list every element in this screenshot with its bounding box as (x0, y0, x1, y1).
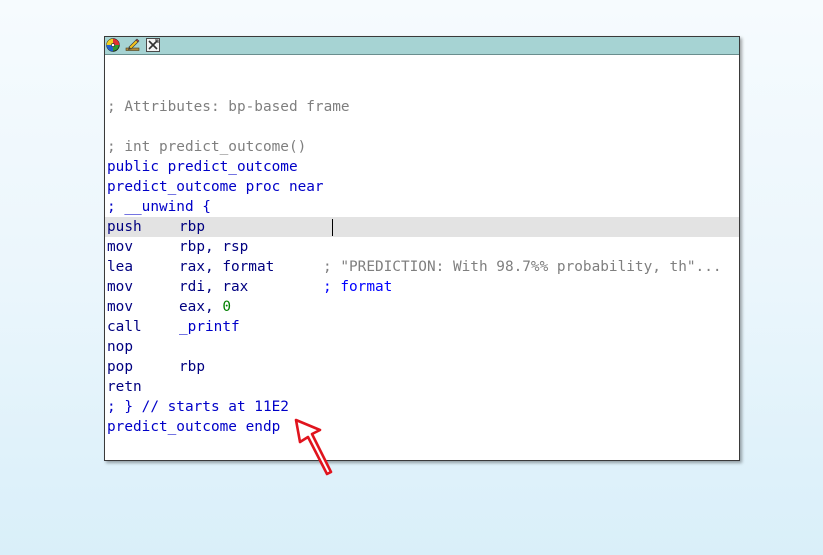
instruction-row-pop[interactable]: pop rbp (105, 357, 739, 377)
instruction-mnemonic: mov (107, 239, 133, 255)
instruction-operands: rdi, rax (179, 279, 249, 295)
instruction-row-mov[interactable]: mov eax, 0 (105, 297, 739, 317)
endp-declaration[interactable]: predict_outcome endp (107, 417, 280, 437)
instruction-mnemonic: pop (107, 359, 133, 375)
signature-comment-line: ; int predict_outcome() (105, 137, 739, 157)
instruction-operands: eax, 0 (179, 297, 231, 317)
proc-declaration[interactable]: predict_outcome proc near (107, 177, 324, 197)
endp-declaration-line[interactable]: predict_outcome endp (105, 417, 739, 437)
instruction-mnemonic: retn (107, 379, 142, 395)
unwind-close: ; } // starts at 11E2 (107, 399, 289, 415)
instruction-row-retn[interactable]: retn (105, 377, 739, 397)
instruction-operands: rbp, rsp (179, 239, 249, 255)
disassembly-listing[interactable]: ; Attributes: bp-based frame ; int predi… (105, 55, 739, 460)
annotation-arrow-icon (294, 418, 333, 476)
public-declaration[interactable]: public predict_outcome (107, 157, 298, 177)
instruction-mnemonic: mov (107, 279, 133, 295)
instruction-mnemonic: nop (107, 339, 133, 355)
edit-icon[interactable] (125, 38, 140, 52)
attributes-comment-line: ; Attributes: bp-based frame (105, 97, 739, 117)
disassembly-window: ; Attributes: bp-based frame ; int predi… (104, 36, 740, 461)
instruction-row-nop[interactable]: nop (105, 337, 739, 357)
window-titlebar (105, 37, 739, 55)
unwind-open-line: ; __unwind { (105, 197, 739, 217)
instruction-row-push[interactable]: push rbp (105, 217, 739, 237)
instruction-mnemonic: lea (107, 259, 133, 275)
proc-declaration-line[interactable]: predict_outcome proc near (105, 177, 739, 197)
close-icon[interactable] (146, 38, 160, 52)
public-declaration-line[interactable]: public predict_outcome (105, 157, 739, 177)
instruction-mnemonic: call (107, 319, 142, 335)
immediate-operand: 0 (222, 299, 231, 315)
register-operand: eax, (179, 299, 223, 315)
instruction-row-call[interactable]: call _printf (105, 317, 739, 337)
unwind-open: ; __unwind { (107, 199, 211, 215)
instruction-row-lea[interactable]: lea rax, format ; "PREDICTION: With 98.7… (105, 257, 739, 277)
instruction-operands[interactable]: rax, format (179, 257, 274, 277)
graph-icon[interactable] (106, 38, 120, 52)
format-comment: ; format (323, 279, 393, 295)
instruction-mnemonic: push (107, 219, 142, 235)
instruction-mnemonic: mov (107, 299, 133, 315)
unwind-close-line: ; } // starts at 11E2 (105, 397, 739, 417)
call-target[interactable]: _printf (179, 317, 240, 337)
format-string-comment: ; "PREDICTION: With 98.7%% probability, … (323, 259, 722, 275)
signature-comment: ; int predict_outcome() (107, 139, 307, 155)
instruction-operands: rbp (179, 219, 205, 235)
instruction-row-mov[interactable]: mov rbp, rsp (105, 237, 739, 257)
attributes-comment: ; Attributes: bp-based frame (107, 99, 350, 115)
instruction-operands: rbp (179, 359, 205, 375)
instruction-row-mov[interactable]: mov rdi, rax ; format (105, 277, 739, 297)
text-cursor (332, 219, 333, 236)
